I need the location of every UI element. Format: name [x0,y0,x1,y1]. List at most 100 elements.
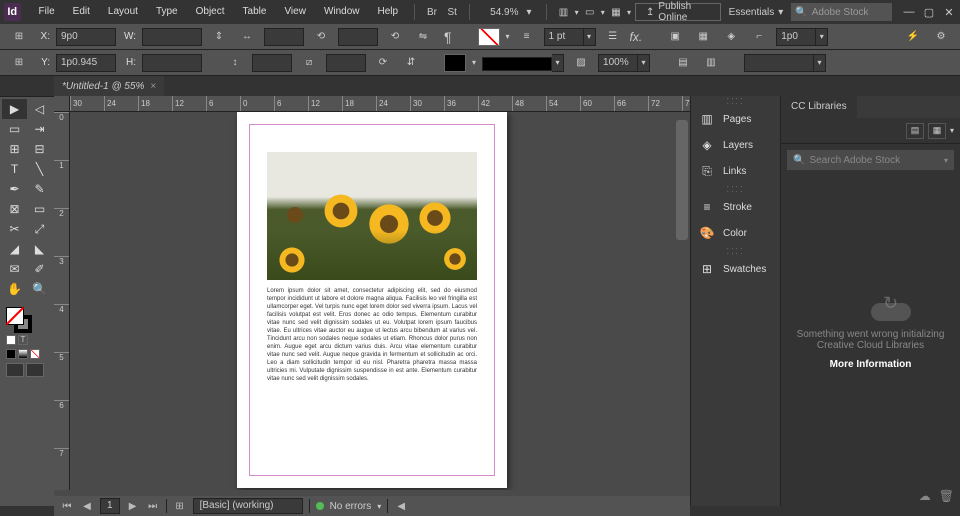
ruler-horizontal[interactable]: 30241812606121824303642485460667278 [70,96,690,112]
stock-icon[interactable]: St [443,3,461,21]
normal-view-icon[interactable] [6,363,24,377]
content-placer-tool[interactable]: ⊟ [27,139,52,159]
trash-icon[interactable]: 🗑 [939,489,954,503]
workspace-selector[interactable]: Essentials ▾ [723,7,790,18]
text-wrap-next-icon[interactable]: ▥ [700,54,722,72]
stroke-panel[interactable]: ≡Stroke [691,194,780,220]
text-frame[interactable]: Lorem ipsum dolor sit amet, consectetur … [267,287,477,383]
panel-grip-icon[interactable]: ⸬⸬ [691,184,780,194]
vertical-scrollbar[interactable] [674,112,690,490]
page-tool[interactable]: ▭ [2,119,27,139]
text-wrap-bounding-icon[interactable]: ▦ [692,28,714,46]
preflight-profile[interactable]: [Basic] (working) [193,498,303,514]
swatches-panel[interactable]: ⊞Swatches [691,256,780,282]
selection-tool[interactable]: ▶ [2,99,27,119]
placed-image[interactable] [267,152,477,280]
cc-libraries-tab[interactable]: CC Libraries [781,96,857,118]
chevron-down-icon[interactable]: ▾ [584,28,596,46]
default-fill-stroke-icon[interactable] [6,335,16,345]
chevron-down-icon[interactable]: ▾ [527,7,532,18]
rotate-field[interactable] [338,28,378,46]
text-wrap-jump-icon[interactable]: ▤ [672,54,694,72]
type-tool[interactable]: T [2,159,27,179]
page[interactable]: Lorem ipsum dolor sit amet, consectetur … [237,112,507,488]
zoom-level[interactable]: 54.9% [484,7,524,18]
libs-grid-view-icon[interactable]: ▦ [928,123,946,139]
view-options-icon[interactable]: ▥ [554,3,572,21]
document-tab[interactable]: *Untitled-1 @ 55% × [54,76,164,96]
preview-view-icon[interactable] [26,363,44,377]
libs-list-view-icon[interactable]: ▤ [906,123,924,139]
w-field[interactable] [142,28,202,46]
x-field[interactable]: 9p0 [56,28,116,46]
gradient-swatch-tool[interactable]: ◢ [2,239,27,259]
prev-page-icon[interactable]: ◀ [80,499,94,513]
chevron-down-icon[interactable]: ▾ [950,126,954,135]
apply-color-icon[interactable] [6,349,16,359]
rotate-ccw-icon[interactable]: ⟲ [384,28,406,46]
h-field[interactable] [142,54,202,72]
close-tab-icon[interactable]: × [150,81,156,92]
menu-edit[interactable]: Edit [65,0,98,24]
rectangle-tool[interactable]: ▭ [27,199,52,219]
chevron-down-icon[interactable]: ▾ [816,28,828,46]
menu-view[interactable]: View [276,0,314,24]
object-style-field[interactable] [744,54,814,72]
gradient-feather-tool[interactable]: ◣ [27,239,52,259]
prefs-icon[interactable]: ⚙ [930,28,952,46]
last-page-icon[interactable]: ⏭ [146,499,160,513]
chevron-down-icon[interactable]: ▾ [944,156,948,165]
chevron-down-icon[interactable]: ▾ [601,8,605,17]
chevron-down-icon[interactable]: ▾ [575,8,579,17]
color-panel[interactable]: 🎨Color [691,220,780,246]
scale-y-field[interactable] [252,54,292,72]
free-transform-tool[interactable]: ⤢ [27,219,52,239]
panel-grip-icon[interactable]: ⸬⸬ [691,96,780,106]
chevron-down-icon[interactable]: ▾ [377,502,381,511]
ruler-vertical[interactable]: 01234567 [54,112,70,490]
scroll-left-icon[interactable]: ◀ [394,499,408,513]
fx-icon[interactable]: fx. [630,30,643,44]
chevron-down-icon[interactable]: ▾ [506,32,510,41]
menu-help[interactable]: Help [370,0,407,24]
stroke-style-field[interactable] [482,57,552,71]
open-preflight-icon[interactable]: ⊞ [173,499,187,513]
apply-gradient-icon[interactable] [18,349,28,359]
flip-v-icon[interactable]: ⇵ [400,54,422,72]
first-page-icon[interactable]: ⏮ [60,499,74,513]
menu-layout[interactable]: Layout [100,0,146,24]
eyedropper-tool[interactable]: ✐ [27,259,52,279]
rotate-cw-icon[interactable]: ⟳ [372,54,394,72]
chevron-down-icon[interactable]: ▾ [638,54,650,72]
flip-h-icon[interactable]: ⇋ [412,28,434,46]
scale-x-field[interactable] [264,28,304,46]
maximize-button[interactable]: ▢ [922,6,936,18]
screen-mode-icon[interactable]: ▭ [581,3,599,21]
pages-panel[interactable]: ▥Pages [691,106,780,132]
links-panel[interactable]: ⎘Links [691,158,780,184]
scissors-tool[interactable]: ✂ [2,219,27,239]
text-wrap-none-icon[interactable]: ▣ [664,28,686,46]
menu-window[interactable]: Window [316,0,368,24]
y-field[interactable]: 1p0.945 [56,54,116,72]
minimize-button[interactable]: — [902,6,916,18]
chevron-down-icon[interactable]: ▾ [814,54,826,72]
stroke-style-icon[interactable]: ☰ [602,28,624,46]
reference-point-icon[interactable]: ⊞ [8,28,30,46]
menu-file[interactable]: File [31,0,63,24]
cloud-icon[interactable]: ☁ [919,489,931,503]
more-information-link[interactable]: More Information [830,359,912,370]
gap-tool[interactable]: ⇥ [27,119,52,139]
formatting-affects-text-icon[interactable]: T [18,335,28,345]
stroke-swatch[interactable] [444,54,466,72]
adobe-stock-search[interactable]: 🔍 Adobe Stock [791,3,892,21]
chevron-down-icon[interactable]: ▾ [552,54,564,72]
close-button[interactable]: ✕ [942,6,956,18]
zoom-tool[interactable]: 🔍 [27,279,52,299]
reference-point-icon[interactable]: ⊞ [8,54,30,72]
layers-panel[interactable]: ◈Layers [691,132,780,158]
menu-type[interactable]: Type [148,0,186,24]
fill-swatch[interactable] [478,28,500,46]
apply-none-icon[interactable] [30,349,40,359]
rectangle-frame-tool[interactable]: ⊠ [2,199,27,219]
